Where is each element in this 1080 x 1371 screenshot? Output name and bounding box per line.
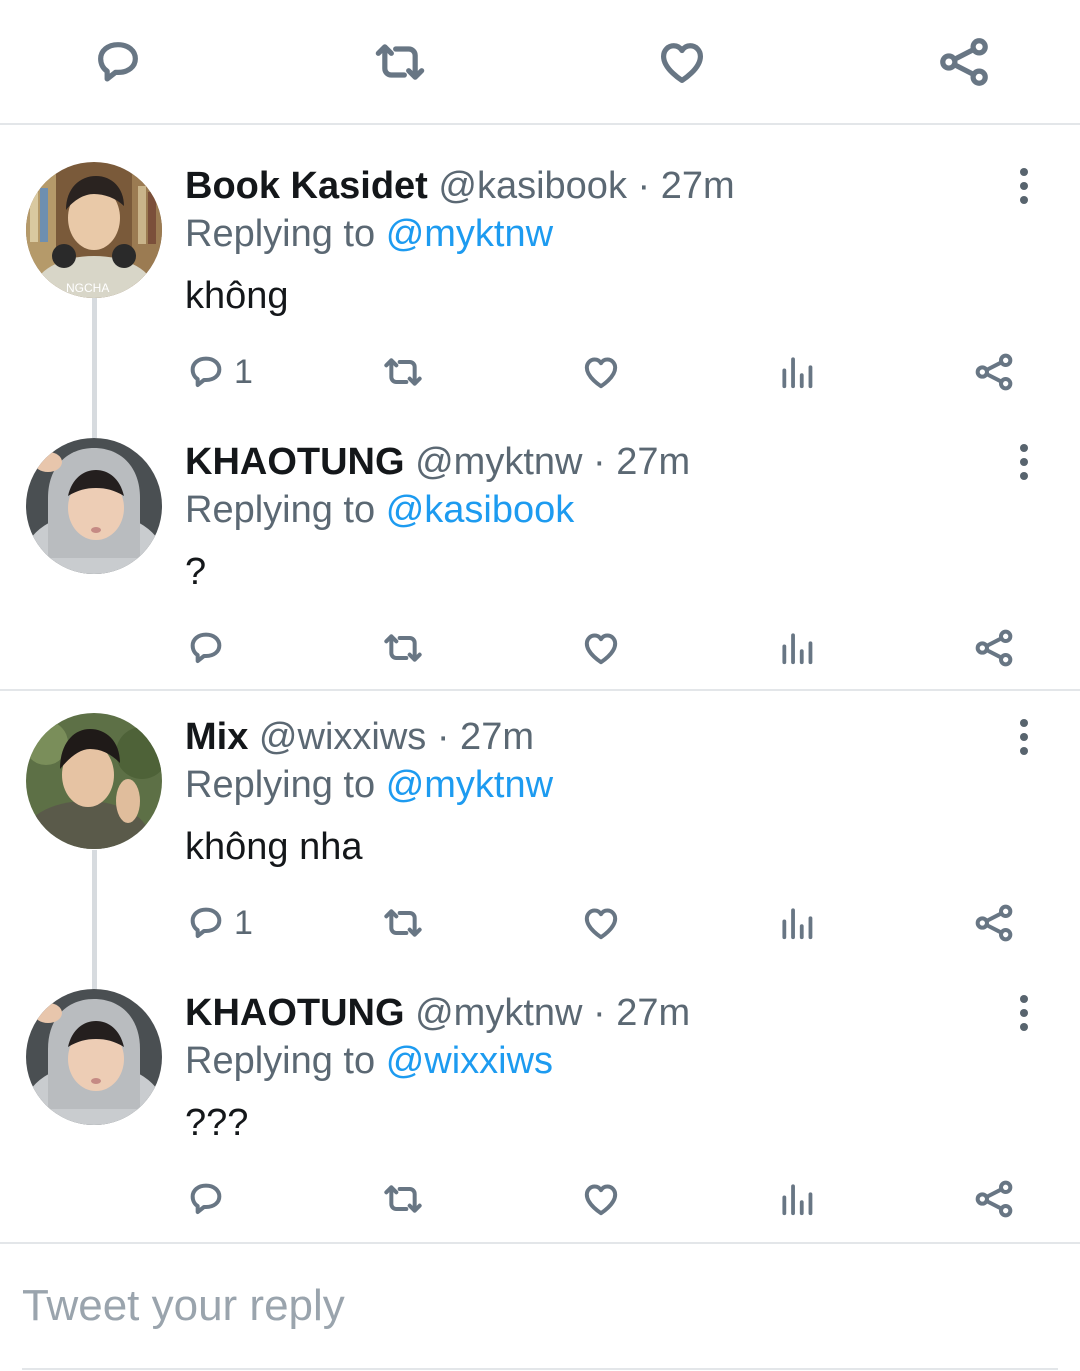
avatar[interactable] (26, 989, 162, 1125)
share-button[interactable] (974, 901, 1014, 945)
share-icon (975, 904, 1013, 942)
replying-to: Replying to @myktnw (185, 763, 553, 807)
like-button[interactable] (580, 626, 622, 670)
like-button[interactable] (652, 32, 712, 92)
heart-icon (584, 357, 618, 389)
replying-prefix: Replying to (185, 764, 376, 806)
more-options-button[interactable] (1004, 991, 1044, 1035)
reply-button[interactable]: 1 (186, 350, 253, 394)
reply-icon (190, 907, 222, 938)
tweet-header: Book Kasidet @kasibook · 27m (185, 164, 735, 208)
mention-link[interactable]: @kasibook (386, 489, 575, 531)
timestamp: · 27m (593, 441, 691, 483)
retweet-button[interactable] (380, 350, 426, 394)
reply-icon (190, 632, 222, 663)
replying-to: Replying to @kasibook (185, 488, 574, 532)
replying-prefix: Replying to (185, 213, 376, 255)
author-name[interactable]: KHAOTUNG (185, 992, 405, 1034)
timestamp: · 27m (637, 165, 735, 207)
share-icon (940, 38, 988, 86)
timestamp: · 27m (593, 992, 691, 1034)
reply-count: 1 (234, 904, 253, 942)
tweet-header: KHAOTUNG @myktnw · 27m (185, 991, 690, 1035)
analytics-button[interactable] (778, 901, 816, 945)
analytics-icon (782, 633, 813, 665)
retweet-icon (384, 634, 422, 662)
analytics-button[interactable] (778, 626, 816, 670)
conversation-divider (0, 689, 1080, 691)
like-button[interactable] (580, 1177, 622, 1221)
reply-button[interactable] (88, 32, 148, 92)
mention-link[interactable]: @myktnw (386, 213, 553, 255)
analytics-icon (782, 1184, 813, 1216)
tweet-header: KHAOTUNG @myktnw · 27m (185, 440, 690, 484)
heart-icon (660, 43, 704, 84)
composer-divider (0, 1242, 1080, 1244)
author-name[interactable]: Book Kasidet (185, 165, 428, 207)
like-button[interactable] (580, 901, 622, 945)
heart-icon (584, 633, 618, 665)
reply-button[interactable] (186, 626, 234, 670)
author-handle: @wixxiws (258, 716, 427, 758)
share-icon (975, 1180, 1013, 1218)
retweet-button[interactable] (380, 1177, 426, 1221)
reply-button[interactable] (186, 1177, 234, 1221)
analytics-icon (782, 908, 813, 940)
share-button[interactable] (974, 350, 1014, 394)
more-options-button[interactable] (1004, 440, 1044, 484)
like-button[interactable] (580, 350, 622, 394)
tweet-text: không (185, 275, 289, 317)
tweet-action-bar (0, 0, 1080, 125)
reply-composer-input[interactable]: Tweet your reply (22, 1278, 1058, 1370)
reply-count: 1 (234, 353, 253, 391)
avatar[interactable]: NGCHA (26, 162, 162, 298)
tweet-actions (0, 1177, 1080, 1221)
reply-icon (98, 42, 138, 82)
author-handle: @kasibook (438, 165, 627, 207)
heart-icon (584, 908, 618, 940)
tweet-text: không nha (185, 826, 363, 868)
author-handle: @myktnw (415, 441, 583, 483)
replying-prefix: Replying to (185, 1040, 376, 1082)
reply-icon (190, 356, 222, 387)
author-handle: @myktnw (415, 992, 583, 1034)
mention-link[interactable]: @myktnw (386, 764, 553, 806)
share-button[interactable] (934, 32, 994, 92)
reply-icon (190, 1183, 222, 1214)
author-name[interactable]: KHAOTUNG (185, 441, 405, 483)
more-options-button[interactable] (1004, 715, 1044, 759)
heart-icon (584, 1184, 618, 1216)
share-icon (975, 353, 1013, 391)
more-options-button[interactable] (1004, 164, 1044, 208)
tweet-text: ? (185, 551, 207, 593)
retweet-button[interactable] (370, 32, 430, 92)
tweet-actions (0, 626, 1080, 670)
tweet-header: Mix @wixxiws · 27m (185, 715, 534, 759)
reply-button[interactable]: 1 (186, 901, 253, 945)
replying-to: Replying to @wixxiws (185, 1039, 553, 1083)
share-button[interactable] (974, 626, 1014, 670)
retweet-button[interactable] (380, 901, 426, 945)
share-button[interactable] (974, 1177, 1014, 1221)
tweet-actions: 1 (0, 350, 1080, 394)
retweet-icon (384, 909, 422, 937)
replying-prefix: Replying to (185, 489, 376, 531)
mention-link[interactable]: @wixxiws (386, 1040, 553, 1082)
analytics-button[interactable] (778, 350, 816, 394)
retweet-icon (384, 1185, 422, 1213)
tweet-actions: 1 (0, 901, 1080, 945)
retweet-button[interactable] (380, 626, 426, 670)
svg-text:NGCHA: NGCHA (66, 281, 109, 295)
analytics-button[interactable] (778, 1177, 816, 1221)
timestamp: · 27m (436, 716, 534, 758)
avatar[interactable] (26, 713, 162, 849)
author-name[interactable]: Mix (185, 716, 248, 758)
retweet-icon (384, 358, 422, 386)
tweet-text: ??? (185, 1102, 249, 1144)
avatar[interactable] (26, 438, 162, 574)
retweet-icon (375, 44, 425, 80)
replying-to: Replying to @myktnw (185, 212, 553, 256)
analytics-icon (782, 357, 813, 389)
share-icon (975, 629, 1013, 667)
